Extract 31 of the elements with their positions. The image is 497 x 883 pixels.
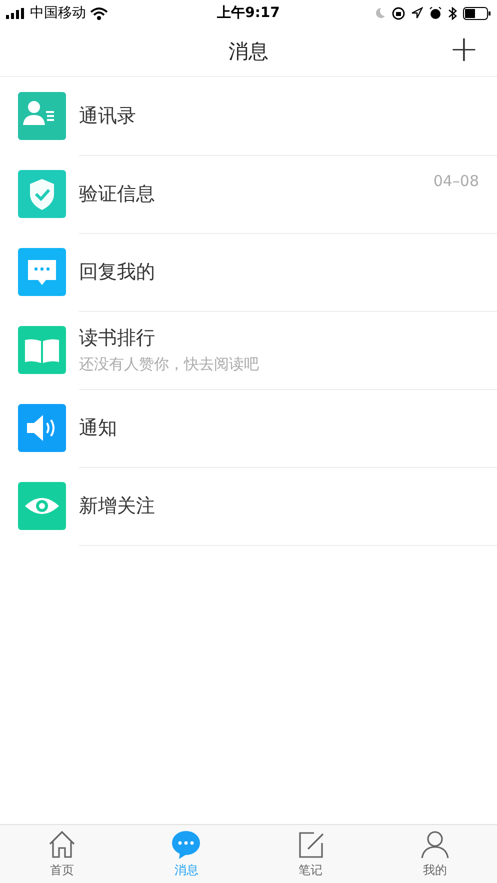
- item-title[interactable]: 通知: [79, 414, 497, 440]
- item-date: 04–08: [433, 172, 479, 190]
- tab-item[interactable]: 首页: [0, 825, 124, 883]
- eye-tile-icon[interactable]: [18, 482, 66, 530]
- item-title[interactable]: 读书排行: [79, 325, 497, 351]
- chat-bubble-icon: [171, 829, 202, 860]
- tab-item[interactable]: 笔记: [248, 825, 373, 883]
- speaker-tile-icon[interactable]: [18, 404, 66, 452]
- location-arrow-icon: [411, 7, 423, 19]
- item-title[interactable]: 新增关注: [79, 492, 497, 518]
- shield-tile-icon[interactable]: [18, 170, 66, 218]
- tab-item[interactable]: 我的: [372, 825, 497, 883]
- page-title: 消息: [228, 38, 268, 64]
- wifi-icon: [90, 6, 108, 20]
- battery-icon: [463, 6, 491, 20]
- chat-tile-icon[interactable]: [18, 248, 66, 296]
- person-icon: [420, 829, 450, 860]
- carrier-name: 中国移动: [30, 4, 86, 22]
- item-subtitle: 还没有人赞你，快去阅读吧: [79, 355, 260, 374]
- book-tile-icon[interactable]: [18, 326, 66, 374]
- item-title[interactable]: 通讯录: [79, 102, 497, 128]
- lock-rotation-icon: [392, 6, 405, 20]
- moon-icon: [374, 7, 386, 19]
- bluetooth-icon: [448, 6, 457, 20]
- add-button[interactable]: +: [444, 32, 483, 68]
- contacts-tile-icon[interactable]: [18, 92, 66, 140]
- alarm-clock-icon: [429, 6, 442, 20]
- home-icon: [47, 829, 78, 860]
- item-title[interactable]: 回复我的: [79, 258, 497, 284]
- signal-icon: [6, 8, 26, 18]
- status-time: 上午9:17: [217, 4, 280, 22]
